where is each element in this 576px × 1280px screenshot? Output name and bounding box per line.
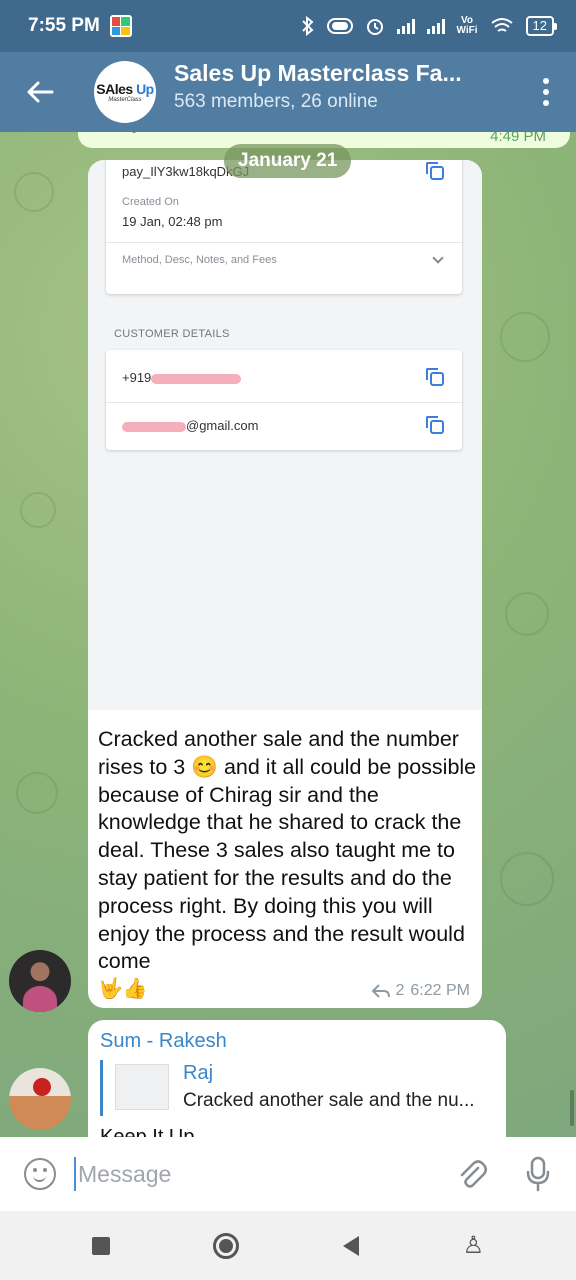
previous-message-text: ready [92,132,142,135]
logo-subtitle: MasterClass [108,97,142,103]
emoji-button[interactable] [24,1158,56,1190]
previous-message-time: 4:49 PM [490,132,546,145]
customer-phone: +919 [122,370,446,385]
scrollbar[interactable] [570,1090,574,1126]
recents-button[interactable] [91,1236,110,1255]
reply-count[interactable]: 2 [396,982,405,1000]
message-meta: 2 6:22 PM [371,982,470,1000]
background-doodle [500,852,554,906]
message-input-bar [0,1137,576,1211]
message-time: 6:22 PM [410,982,470,999]
chat-subtitle: 563 members, 26 online [174,90,378,112]
more-menu-button[interactable] [516,52,576,132]
divider [106,242,462,243]
accessibility-icon[interactable]: ♙ [463,1231,485,1260]
signal-icon-2 [426,18,445,34]
background-doodle [505,592,549,636]
reply-quote[interactable]: Raj Cracked another sale and the nu... [100,1060,494,1116]
message-emoji-line: 🤟👍 [98,978,148,1000]
vowifi-label: Vo WiFi [456,15,478,36]
app-notification-icon [109,15,132,37]
bluetooth-icon [301,16,314,36]
logo: SAles Up [96,81,154,97]
reply-icon [371,984,390,998]
copy-icon [426,162,444,180]
background-doodle [16,772,58,814]
microphone-icon [526,1156,550,1192]
back-button[interactable] [0,52,80,132]
copy-icon [426,416,444,434]
chat-title: Sales Up Masterclass Fa... [174,59,462,86]
customer-details-heading: CUSTOMER DETAILS [114,328,230,340]
customer-card: +919 @gmail.com [106,350,462,450]
background-doodle [14,172,54,212]
paperclip-icon [460,1160,487,1188]
toggle-icon [326,18,353,34]
home-button[interactable] [213,1232,240,1259]
message-input[interactable] [74,1157,452,1191]
status-time: 7:55 PM [28,15,100,36]
divider [106,402,462,403]
alarm-icon [366,19,383,35]
signal-icon [396,18,415,34]
system-nav-bar: ♙ [0,1211,576,1280]
created-label: Created On [122,196,179,208]
battery-icon: 12 [525,16,558,36]
header-info[interactable]: Sales Up Masterclass Fa... 563 members, … [174,60,516,113]
attach-button[interactable] [452,1154,492,1194]
reply-thumbnail [115,1064,169,1110]
sender-avatar[interactable] [9,1068,71,1130]
background-doodle [20,492,56,528]
chat-header[interactable]: SAles Up MasterClass Sales Up Masterclas… [0,52,576,132]
customer-email: @gmail.com [122,418,446,433]
group-avatar[interactable]: SAles Up MasterClass [94,61,156,123]
chat-area[interactable]: ready 4:49 PM January 21 pay_IlY3kw18kqD… [0,132,576,1137]
status-icons: Vo WiFi 12 [301,15,558,36]
arrow-left-icon [27,81,54,103]
date-separator: January 21 [224,144,352,178]
status-bar: 7:55 PM Vo WiFi 12 [0,0,576,52]
reply-text: Cracked another sale and the nu... [183,1090,475,1111]
method-row: Method, Desc, Notes, and Fees [122,254,277,266]
message-bubble[interactable]: Sum - Rakesh Raj Cracked another sale an… [88,1020,506,1137]
created-value: 19 Jan, 02:48 pm [122,214,223,229]
sender-name[interactable]: Sum - Rakesh [100,1030,227,1053]
reply-author: Raj [183,1062,214,1084]
message-text: Cracked another sale and the number rise… [98,727,477,974]
copy-icon [426,368,444,386]
back-nav-button[interactable] [343,1235,360,1256]
payment-card: pay_IlY3kw18kqDkGJ Created On 19 Jan, 02… [106,160,462,294]
background-doodle [500,312,550,362]
sender-avatar[interactable] [9,950,71,1012]
wifi-icon [490,18,513,32]
message-text: Keep It Up [100,1126,195,1137]
message-image[interactable]: pay_IlY3kw18kqDkGJ Created On 19 Jan, 02… [88,160,482,710]
message-bubble[interactable]: pay_IlY3kw18kqDkGJ Created On 19 Jan, 02… [88,160,482,1008]
voice-button[interactable] [518,1154,558,1194]
